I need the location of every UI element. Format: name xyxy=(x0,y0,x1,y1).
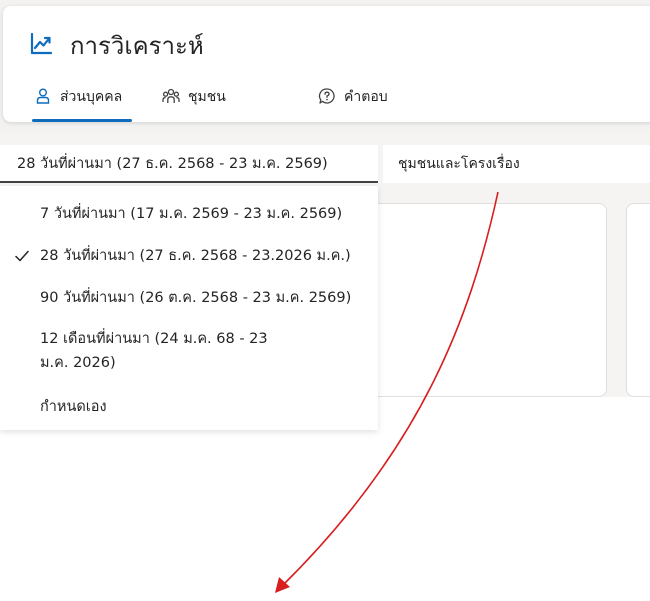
question-bubble-icon xyxy=(318,88,335,104)
scope-select[interactable]: ชุมชนและโครงเรื่อง xyxy=(383,145,650,183)
menu-item-90-days[interactable]: 90 วันที่ผ่านมา (26 ต.ค. 2568 - 23 ม.ค. … xyxy=(0,286,378,310)
tab-answers-label: คำตอบ xyxy=(344,89,388,105)
page-title: การวิเคราะห์ xyxy=(70,32,204,60)
person-icon xyxy=(36,88,50,104)
tab-answers[interactable]: คำตอบ xyxy=(318,86,388,122)
menu-item-label: 12 เดือนที่ผ่านมา (24 ม.ค. 68 - 23 ม.ค. … xyxy=(40,331,268,371)
menu-item-label: 90 วันที่ผ่านมา (26 ต.ค. 2568 - 23 ม.ค. … xyxy=(40,290,352,306)
trend-chart-icon xyxy=(30,32,53,55)
active-tab-indicator xyxy=(32,119,132,122)
menu-item-12-months[interactable]: 12 เดือนที่ผ่านมา (24 ม.ค. 68 - 23 ม.ค. … xyxy=(0,327,378,377)
menu-item-7-days[interactable]: 7 วันที่ผ่านมา (17 ม.ค. 2569 - 23 ม.ค. 2… xyxy=(0,202,378,226)
analytics-card xyxy=(370,203,607,397)
tab-personal-label: ส่วนบุคคล xyxy=(60,89,123,105)
tab-community-label: ชุมชน xyxy=(188,89,226,105)
menu-item-label: 7 วันที่ผ่านมา (17 ม.ค. 2569 - 23 ม.ค. 2… xyxy=(40,206,343,222)
date-range-menu: 7 วันที่ผ่านมา (17 ม.ค. 2569 - 23 ม.ค. 2… xyxy=(0,186,378,430)
menu-item-label: กำหนดเอง xyxy=(40,399,107,415)
people-group-icon xyxy=(162,88,180,103)
analytics-card xyxy=(626,203,650,397)
date-range-select[interactable]: 28 วันที่ผ่านมา (27 ธ.ค. 2568 - 23 ม.ค. … xyxy=(0,145,378,183)
tab-personal[interactable]: ส่วนบุคคล xyxy=(34,86,122,122)
menu-item-custom[interactable]: กำหนดเอง xyxy=(0,395,378,419)
checkmark-icon xyxy=(15,250,29,262)
tab-community[interactable]: ชุมชน xyxy=(162,86,226,122)
menu-item-28-days[interactable]: 28 วันที่ผ่านมา (27 ธ.ค. 2568 - 23.2026 … xyxy=(0,244,378,268)
menu-item-label: 28 วันที่ผ่านมา (27 ธ.ค. 2568 - 23.2026 … xyxy=(40,248,351,264)
